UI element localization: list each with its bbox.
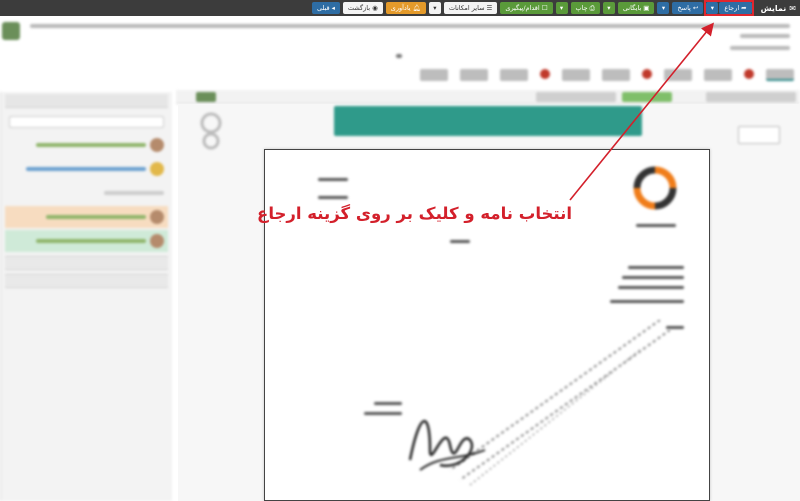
list-item[interactable] (5, 158, 168, 180)
reply-icon: ↩ (692, 4, 699, 12)
archive-icon: ▣ (643, 4, 650, 12)
erja-label: ارجاع (724, 4, 740, 12)
letter-tabs (350, 66, 800, 84)
list-item[interactable] (5, 134, 168, 156)
checkbox-icon: ☐ (541, 4, 548, 12)
list-icon: ☰ (486, 4, 493, 12)
toolbar-chip[interactable] (536, 92, 616, 102)
gear-icon (200, 112, 222, 150)
forward-arrow-icon: ➦ (741, 4, 747, 12)
chap-button[interactable]: ⎙ چاپ (570, 2, 600, 14)
letter-header-info (0, 18, 800, 60)
list-item[interactable] (5, 230, 168, 252)
caret-down-icon: ▾ (433, 4, 437, 12)
eghdam-label: اقدام/پیگیری (505, 4, 540, 12)
window-title-label: نمایش (760, 3, 787, 13)
eghdam-button[interactable]: ☐ اقدام/پیگیری (500, 2, 553, 14)
tab-badge (642, 69, 652, 79)
company-logo-icon (633, 166, 677, 210)
bell-icon: 🔔︎ (412, 4, 421, 12)
tab-badge (540, 69, 550, 79)
bazgasht-button[interactable]: ◉ بازگشت (342, 2, 383, 14)
user-avatar[interactable] (2, 22, 20, 40)
yadavari-button[interactable]: 🔔︎ یادآوری (385, 2, 426, 14)
caret-down-icon: ▾ (661, 4, 666, 12)
print-icon: ⎙ (589, 3, 595, 12)
list-item[interactable] (5, 182, 168, 204)
sayer-label: سایر امکانات (448, 4, 485, 12)
toolbar-chip[interactable] (622, 92, 672, 102)
referrals-sidebar (0, 92, 172, 501)
sidebar-search-input[interactable] (9, 116, 164, 128)
tab-item[interactable] (704, 69, 732, 81)
back-circle-icon: ◉ (372, 4, 378, 12)
handwritten-signature (408, 419, 486, 471)
pasokh-dropdown-caret[interactable]: ▾ (657, 2, 670, 14)
erja-button-group: ➦ ارجاع ▾ (704, 0, 754, 16)
caret-down-icon: ▾ (607, 4, 611, 12)
caret-down-icon: ▾ (710, 4, 714, 12)
bayegani-dropdown-caret[interactable]: ▾ (602, 2, 615, 14)
tab-item[interactable] (602, 69, 630, 81)
window-title: ✉ نمایش (761, 4, 796, 13)
envelope-icon: ✉ (789, 3, 796, 13)
letter-banner (334, 106, 642, 136)
viewer-side-button[interactable] (738, 126, 780, 144)
erja-dropdown-caret[interactable]: ▾ (706, 2, 719, 14)
sayer-dropdown-caret[interactable]: ▾ (428, 2, 441, 14)
tab-item[interactable] (500, 69, 528, 81)
sayer-button[interactable]: ☰ سایر امکانات (443, 2, 498, 14)
bayegani-button[interactable]: ▣ بایگانی (617, 2, 655, 14)
sidebar-section-header[interactable] (5, 274, 168, 288)
pasokh-label: پاسخ (677, 4, 691, 12)
document-toolbar (176, 90, 800, 104)
tab-item[interactable] (562, 69, 590, 81)
sidebar-section-header[interactable] (5, 94, 168, 108)
arrow-left-icon: ◂ (331, 4, 335, 12)
tab-item[interactable] (766, 69, 794, 81)
bayegani-label: بایگانی (622, 4, 642, 12)
ghabli-button[interactable]: ◂ قبلی (311, 2, 340, 14)
list-item[interactable] (5, 206, 168, 228)
yadavari-label: یادآوری (390, 4, 411, 12)
tab-item[interactable] (664, 69, 692, 81)
toolbar-chip[interactable] (706, 92, 796, 102)
erja-button[interactable]: ➦ ارجاع (719, 2, 752, 14)
chap-dropdown-caret[interactable]: ▾ (555, 2, 568, 14)
top-toolbar: ✉ نمایش ➦ ارجاع ▾ ↩ پاسخ ▾ ▣ بایگانی ▾ ⎙… (0, 0, 800, 16)
pasokh-button[interactable]: ↩ پاسخ (672, 2, 704, 14)
tab-badge (744, 69, 754, 79)
bazgasht-label: بازگشت (347, 4, 371, 12)
tab-item[interactable] (460, 69, 488, 81)
toolbar-chip[interactable] (196, 92, 216, 102)
sidebar-section-header[interactable] (5, 256, 168, 270)
chap-label: چاپ (575, 4, 588, 12)
tab-item[interactable] (420, 69, 448, 81)
caret-down-icon: ▾ (559, 4, 564, 12)
ghabli-label: قبلی (316, 4, 330, 12)
instruction-annotation: انتخاب نامه و کلیک بر روی گزینه ارجاع (257, 204, 572, 223)
